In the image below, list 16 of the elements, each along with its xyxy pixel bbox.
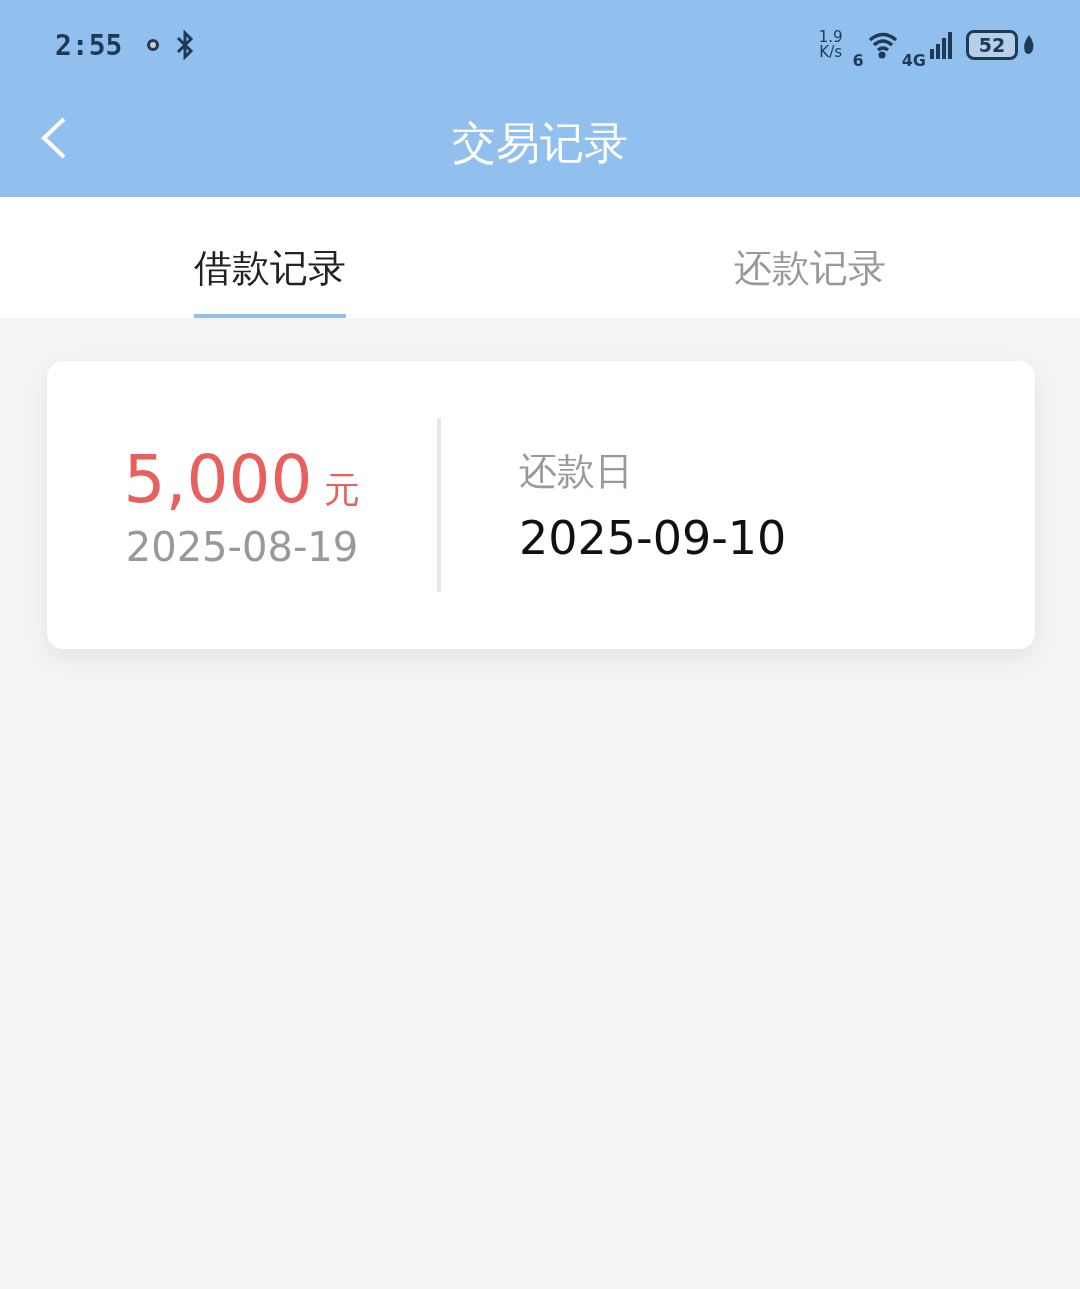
clock-time: 2:55 [55,28,123,62]
network-type-label: 4G [901,50,926,70]
wifi-label: 6 [852,50,864,70]
network-speed: 1.9 [818,30,843,45]
loan-date: 2025-08-19 [125,523,359,570]
due-date-label: 还款日 [519,447,634,495]
app-notification-icon [146,38,161,52]
tab[interactable]: 借款记录 [194,197,346,318]
battery-indicator: 52 [966,30,1018,60]
due-date: 2025-09-10 [519,510,787,565]
signal-icon [930,31,954,59]
network-speed-unit: K/s [819,45,842,60]
currency-unit: 元 [324,467,361,512]
wifi-icon [867,31,898,59]
page-title: 交易记录 [452,116,628,170]
loan-amount: 5,000 [123,440,313,518]
